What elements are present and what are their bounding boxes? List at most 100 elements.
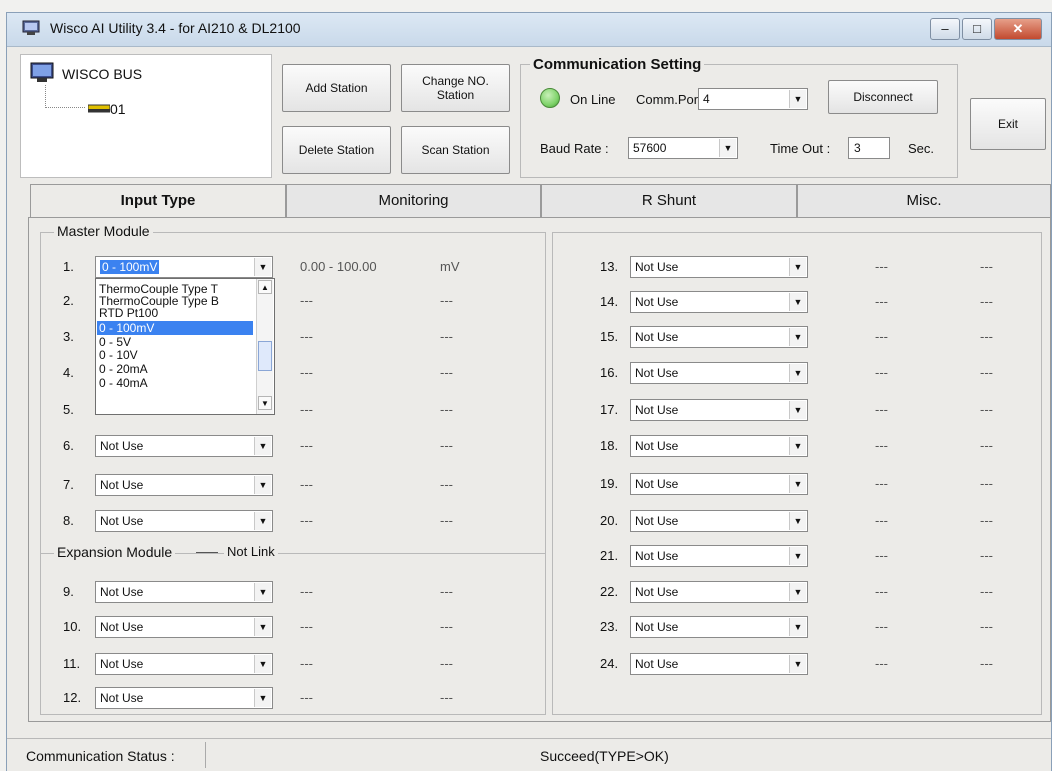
tree-root-label[interactable]: WISCO BUS xyxy=(62,66,142,82)
channel-range: --- xyxy=(300,619,313,634)
chevron-down-icon[interactable]: ▼ xyxy=(254,258,271,276)
channel-number: 18. xyxy=(600,438,619,453)
chevron-down-icon[interactable]: ▼ xyxy=(254,583,271,601)
chevron-down-icon[interactable]: ▼ xyxy=(789,547,806,565)
baud-rate-select[interactable]: 57600 ▼ xyxy=(628,137,738,159)
chevron-down-icon[interactable]: ▼ xyxy=(789,583,806,601)
chevron-down-icon[interactable]: ▼ xyxy=(789,437,806,455)
maximize-button[interactable]: □ xyxy=(962,18,992,40)
channel-number: 22. xyxy=(600,584,619,599)
minimize-button[interactable]: – xyxy=(930,18,960,40)
tab-r-shunt[interactable]: R Shunt xyxy=(541,184,797,217)
delete-station-button[interactable]: Delete Station xyxy=(282,126,391,174)
chevron-down-icon[interactable]: ▼ xyxy=(789,401,806,419)
input-type-select[interactable]: Not Use ▼ xyxy=(630,435,808,457)
input-type-select[interactable]: Not Use ▼ xyxy=(630,362,808,384)
input-type-select[interactable]: Not Use ▼ xyxy=(630,581,808,603)
chevron-down-icon[interactable]: ▼ xyxy=(254,437,271,455)
tab-misc[interactable]: Misc. xyxy=(797,184,1051,217)
chevron-down-icon[interactable]: ▼ xyxy=(254,476,271,494)
dropdown-scrollbar[interactable]: ▲ ▼ xyxy=(256,279,273,414)
dropdown-option[interactable]: 0 - 5V xyxy=(99,335,131,349)
tab-input-type[interactable]: Input Type xyxy=(30,184,286,218)
input-type-select[interactable]: Not Use ▼ xyxy=(95,687,273,709)
input-type-select[interactable]: Not Use ▼ xyxy=(95,474,273,496)
exit-button[interactable]: Exit xyxy=(970,98,1046,150)
channel-number: 7. xyxy=(63,477,74,492)
dropdown-option[interactable]: 0 - 10V xyxy=(99,348,138,362)
expansion-status-separator xyxy=(196,552,218,553)
input-type-value: Not Use xyxy=(635,366,679,380)
input-type-value: Not Use xyxy=(100,478,144,492)
chevron-down-icon[interactable]: ▼ xyxy=(789,618,806,636)
input-type-select[interactable]: Not Use ▼ xyxy=(630,473,808,495)
input-type-select[interactable]: Not Use ▼ xyxy=(95,435,273,457)
input-type-select[interactable]: Not Use ▼ xyxy=(630,616,808,638)
channel-number: 9. xyxy=(63,584,74,599)
chevron-down-icon[interactable]: ▼ xyxy=(254,512,271,530)
chevron-down-icon[interactable]: ▼ xyxy=(719,139,736,157)
channel-range: --- xyxy=(875,329,888,344)
close-button[interactable]: ✕ xyxy=(994,18,1042,40)
chevron-down-icon[interactable]: ▼ xyxy=(789,328,806,346)
scan-station-button[interactable]: Scan Station xyxy=(401,126,510,174)
input-type-select[interactable]: Not Use ▼ xyxy=(630,399,808,421)
master-module-title: Master Module xyxy=(54,223,153,239)
chevron-down-icon[interactable]: ▼ xyxy=(789,475,806,493)
chevron-down-icon[interactable]: ▼ xyxy=(789,293,806,311)
input-type-value: Not Use xyxy=(635,330,679,344)
input-type-select[interactable]: Not Use ▼ xyxy=(95,616,273,638)
disconnect-button[interactable]: Disconnect xyxy=(828,80,938,114)
channel-range: --- xyxy=(875,619,888,634)
input-type-select[interactable]: Not Use ▼ xyxy=(630,291,808,313)
input-type-dropdown-list[interactable]: ThermoCouple Type T ThermoCouple Type B RT… xyxy=(95,278,275,415)
window-title: Wisco AI Utility 3.4 - for AI210 & DL210… xyxy=(50,20,301,36)
dropdown-option[interactable]: 0 - 100mV xyxy=(97,321,253,335)
channel-unit: --- xyxy=(440,513,453,528)
scroll-thumb[interactable] xyxy=(258,341,272,371)
channel-unit: --- xyxy=(440,402,453,417)
scroll-down-icon[interactable]: ▼ xyxy=(258,396,272,410)
dropdown-option[interactable]: RTD Pt100 xyxy=(99,306,158,320)
dropdown-option[interactable]: 0 - 20mA xyxy=(99,362,148,376)
input-type-select[interactable]: Not Use ▼ xyxy=(630,256,808,278)
input-type-select[interactable]: Not Use ▼ xyxy=(630,545,808,567)
change-station-number-button[interactable]: Change NO. Station xyxy=(401,64,510,112)
input-type-select[interactable]: Not Use ▼ xyxy=(95,653,273,675)
input-type-select[interactable]: Not Use ▼ xyxy=(95,510,273,532)
channel-range: --- xyxy=(300,438,313,453)
timeout-input[interactable]: 3 xyxy=(848,137,890,159)
input-type-select[interactable]: 0 - 100mV ▼ xyxy=(95,256,273,278)
channel-range: --- xyxy=(300,584,313,599)
scroll-up-icon[interactable]: ▲ xyxy=(258,280,272,294)
input-type-select[interactable]: Not Use ▼ xyxy=(95,581,273,603)
dropdown-option[interactable]: 0 - 40mA xyxy=(99,376,148,390)
input-type-select[interactable]: Not Use ▼ xyxy=(630,510,808,532)
chevron-down-icon[interactable]: ▼ xyxy=(789,655,806,673)
channel-range: --- xyxy=(875,365,888,380)
input-type-select[interactable]: Not Use ▼ xyxy=(630,326,808,348)
tree-station-label[interactable]: 01 xyxy=(110,101,126,117)
add-station-button[interactable]: Add Station xyxy=(282,64,391,112)
chevron-down-icon[interactable]: ▼ xyxy=(254,689,271,707)
comm-port-select[interactable]: 4 ▼ xyxy=(698,88,808,110)
input-type-select[interactable]: Not Use ▼ xyxy=(630,653,808,675)
channel-number: 21. xyxy=(600,548,619,563)
channel-range: --- xyxy=(300,402,313,417)
input-type-value: Not Use xyxy=(100,585,144,599)
channel-unit: --- xyxy=(980,476,993,491)
chevron-down-icon[interactable]: ▼ xyxy=(789,364,806,382)
channel-range: --- xyxy=(875,584,888,599)
channel-range: --- xyxy=(300,329,313,344)
station-tree[interactable] xyxy=(20,54,272,178)
tree-line xyxy=(45,107,85,108)
chevron-down-icon[interactable]: ▼ xyxy=(254,618,271,636)
chevron-down-icon[interactable]: ▼ xyxy=(789,512,806,530)
tab-monitoring[interactable]: Monitoring xyxy=(286,184,541,217)
timeout-unit: Sec. xyxy=(908,141,935,156)
chevron-down-icon[interactable]: ▼ xyxy=(789,90,806,108)
comm-port-value: 4 xyxy=(703,92,710,106)
input-type-value: Not Use xyxy=(100,657,144,671)
chevron-down-icon[interactable]: ▼ xyxy=(254,655,271,673)
chevron-down-icon[interactable]: ▼ xyxy=(789,258,806,276)
